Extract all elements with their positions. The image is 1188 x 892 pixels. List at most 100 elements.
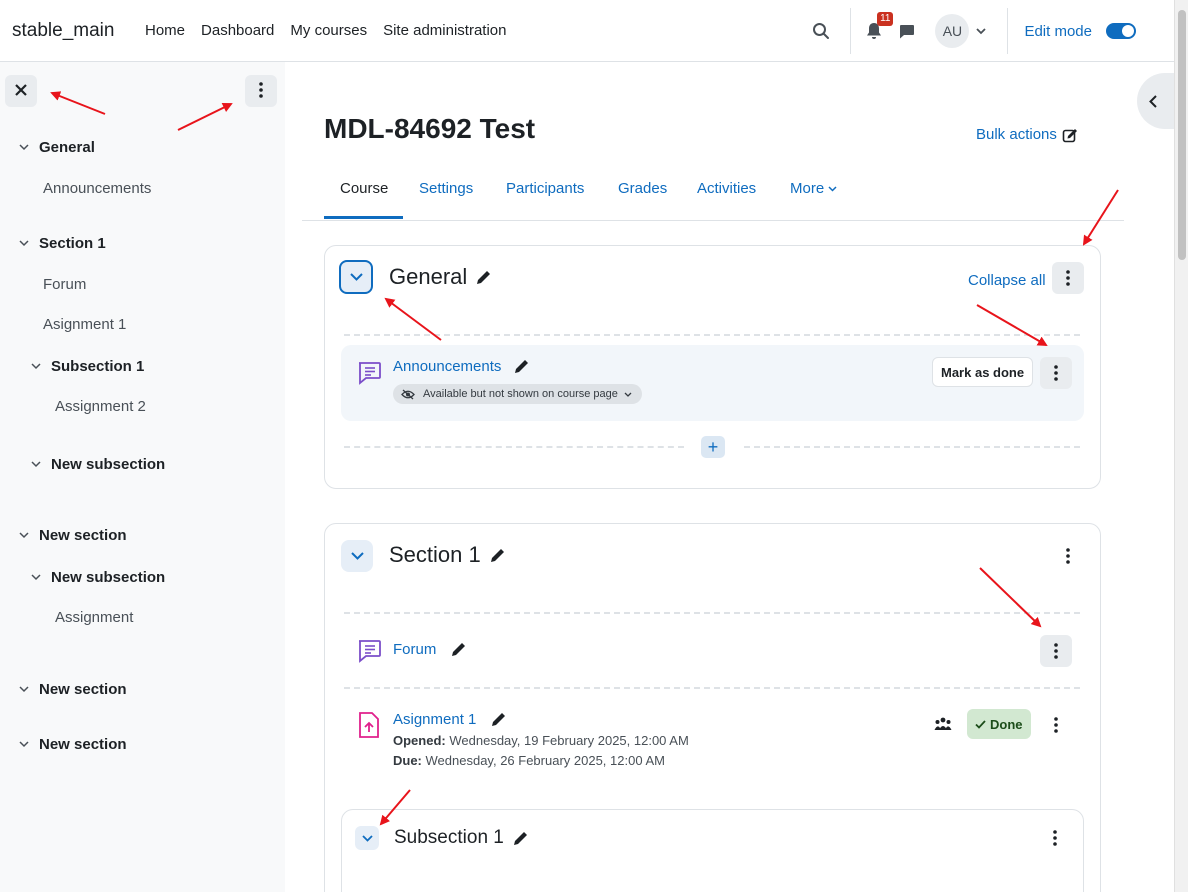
nav-home[interactable]: Home	[145, 22, 185, 39]
chevron-down-icon	[624, 392, 632, 397]
edit-title-pencil-icon[interactable]	[450, 641, 467, 658]
mark-as-done-button[interactable]: Mark as done	[932, 357, 1034, 387]
activity-options-button[interactable]	[1040, 357, 1072, 389]
course-index-section-label: New section	[39, 736, 127, 753]
chevron-left-icon	[1149, 94, 1157, 108]
course-index-section-label: Section 1	[39, 235, 106, 252]
course-index-activity[interactable]: Announcements	[43, 180, 151, 197]
edit-title-pencil-icon[interactable]	[513, 358, 530, 375]
check-icon	[975, 719, 986, 729]
chevron-down-icon	[31, 363, 45, 370]
activity-name-text: Announcements	[393, 358, 502, 375]
section-collapse-toggle[interactable]	[339, 260, 373, 294]
avatar-initials: AU	[942, 23, 963, 39]
kebab-icon	[1054, 365, 1058, 381]
edit-mode-toggle[interactable]	[1106, 23, 1136, 39]
edit-title-pencil-icon[interactable]	[490, 711, 507, 728]
done-button[interactable]: Done	[967, 709, 1031, 739]
activity-name[interactable]: Asignment 1	[393, 711, 507, 728]
close-drawer-button[interactable]	[5, 75, 37, 107]
groups-icon[interactable]	[934, 716, 952, 731]
nav-my-courses[interactable]: My courses	[290, 22, 367, 39]
edit-mode-label: Edit mode	[1024, 22, 1092, 40]
kebab-icon	[1054, 717, 1058, 733]
course-index-drawer: General Announcements Section 1 Forum As…	[0, 62, 285, 892]
activity-divider	[344, 687, 1080, 689]
user-avatar[interactable]: AU	[935, 14, 970, 48]
assignment-icon	[359, 712, 379, 738]
tab-participants[interactable]: Participants	[506, 180, 584, 197]
site-brand[interactable]: stable_main	[12, 20, 132, 42]
course-index-activity[interactable]: Assignment	[55, 609, 133, 626]
course-index-subsection[interactable]: New subsection	[31, 456, 165, 473]
plus-icon: +	[707, 437, 719, 457]
messages-button[interactable]	[889, 14, 923, 48]
activity-options-button[interactable]	[1040, 635, 1072, 667]
edit-title-pencil-icon[interactable]	[475, 269, 492, 286]
course-index-section[interactable]: New section	[19, 527, 127, 544]
section-title-text: Section 1	[389, 542, 481, 567]
navbar-divider	[1007, 8, 1009, 54]
search-button[interactable]	[804, 14, 838, 48]
eye-slash-icon	[401, 389, 415, 399]
edit-title-pencil-icon[interactable]	[489, 547, 506, 564]
nav-dashboard[interactable]: Dashboard	[201, 22, 274, 39]
activity-name[interactable]: Announcements	[393, 358, 530, 375]
section-collapse-toggle[interactable]	[341, 540, 373, 572]
tab-grades[interactable]: Grades	[618, 180, 667, 197]
course-index-section[interactable]: New section	[19, 736, 127, 753]
tab-more-label: More	[790, 180, 825, 197]
notifications-button[interactable]: 11	[859, 12, 894, 48]
course-index-subsection[interactable]: New subsection	[31, 569, 165, 586]
tab-more[interactable]: More	[790, 180, 837, 197]
page-title: MDL-84692 Test	[324, 113, 536, 144]
activity-item-assignment: Asignment 1 Opened: Wednesday, 19 Februa…	[341, 700, 1084, 780]
course-index-section[interactable]: New section	[19, 681, 127, 698]
course-index-subsection-label: New subsection	[51, 456, 166, 473]
page-scrollbar[interactable]	[1174, 0, 1188, 892]
primary-navigation: Home Dashboard My courses Site administr…	[145, 22, 523, 39]
tab-course[interactable]: Course	[340, 180, 388, 197]
collapse-all-link[interactable]: Collapse all	[968, 272, 1046, 289]
forum-icon	[359, 640, 381, 663]
activity-options-button[interactable]	[1040, 709, 1072, 741]
course-index-activity[interactable]: Asignment 1	[43, 316, 126, 333]
tab-settings[interactable]: Settings	[419, 180, 473, 197]
kebab-icon	[1066, 270, 1070, 286]
activity-name[interactable]: Forum	[393, 641, 467, 658]
chevron-down-icon	[19, 741, 33, 748]
bulk-actions-link[interactable]: Bulk actions	[976, 126, 1078, 143]
opened-label: Opened:	[393, 733, 446, 748]
tab-activities[interactable]: Activities	[697, 180, 756, 197]
course-index-subsection-label: New subsection	[51, 569, 166, 586]
scrollbar-thumb[interactable]	[1178, 10, 1186, 260]
availability-badge[interactable]: Available but not shown on course page	[393, 384, 642, 404]
course-index-section[interactable]: Section 1	[19, 235, 106, 252]
navbar-right: 11 AU Edit mode	[804, 0, 1174, 62]
edit-title-pencil-icon[interactable]	[512, 830, 529, 847]
user-menu-toggle[interactable]	[969, 14, 993, 48]
course-index-section-label: New section	[39, 527, 127, 544]
section-title: Section 1	[389, 542, 506, 568]
chevron-down-icon	[361, 834, 373, 842]
add-content-button[interactable]: +	[701, 436, 725, 458]
kebab-icon	[1066, 548, 1070, 564]
subsection-options-button[interactable]	[1039, 822, 1071, 854]
activity-item-forum: Forum	[341, 625, 1084, 677]
bulk-edit-icon	[1062, 128, 1077, 142]
subsection-collapse-toggle[interactable]	[355, 826, 379, 850]
message-icon	[899, 24, 914, 38]
chevron-down-icon	[350, 552, 364, 560]
navbar-divider	[850, 8, 852, 54]
search-icon	[813, 23, 830, 39]
course-index-section-label: General	[39, 139, 95, 156]
course-index-options-button[interactable]	[245, 75, 277, 107]
course-index-section[interactable]: General	[19, 139, 95, 156]
activity-item-announcements: Announcements Available but not shown on…	[341, 345, 1084, 421]
course-index-subsection[interactable]: Subsection 1	[31, 358, 144, 375]
section-options-button[interactable]	[1052, 540, 1084, 572]
nav-site-administration[interactable]: Site administration	[383, 22, 506, 39]
course-index-activity[interactable]: Assignment 2	[55, 398, 146, 415]
course-index-activity[interactable]: Forum	[43, 276, 86, 293]
section-options-button[interactable]	[1052, 262, 1084, 294]
